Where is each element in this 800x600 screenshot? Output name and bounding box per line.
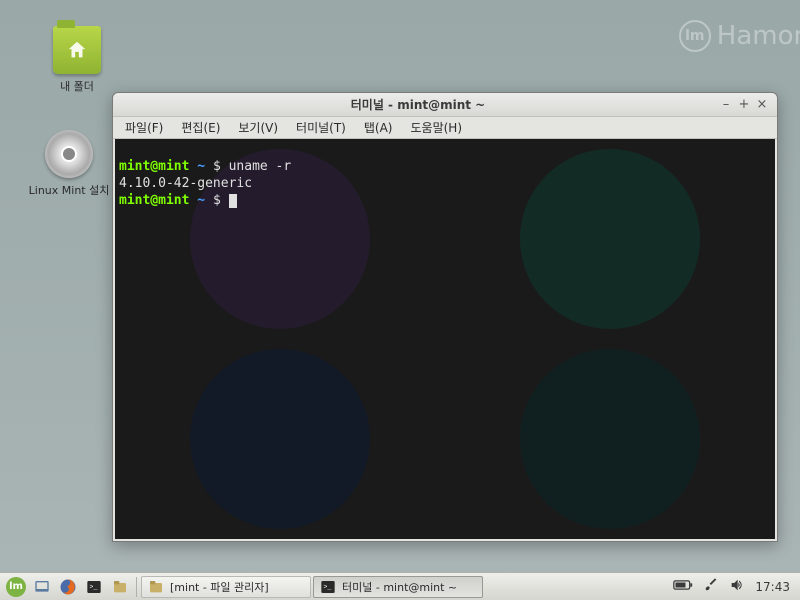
taskbar: lm >_ [mint - 파일 관리자] >_ 터미널 - mint@mint… [0,572,800,600]
folder-icon [148,579,164,595]
launcher-firefox[interactable] [56,575,80,599]
menu-tabs[interactable]: 탭(A) [356,117,401,138]
minimize-button[interactable]: – [717,96,735,114]
menu-file[interactable]: 파일(F) [117,117,171,138]
taskbar-item-label: [mint - 파일 관리자] [170,579,269,595]
taskbar-clock[interactable]: 17:43 [755,580,790,594]
volume-icon[interactable] [729,577,745,596]
svg-text:>_: >_ [89,582,97,590]
mint-logo-icon: lm [6,577,26,597]
terminal-body[interactable]: mint@mint ~ $ uname -r 4.10.0-42-generic… [115,139,775,539]
window-titlebar[interactable]: 터미널 - mint@mint ~ – + × [113,93,777,117]
maximize-button[interactable]: + [735,96,753,114]
menu-help[interactable]: 도움말(H) [403,117,471,138]
disc-icon [45,130,93,178]
folder-icon [53,26,101,74]
desktop-watermark: lm Hamon [679,20,800,52]
launcher-files[interactable] [108,575,132,599]
taskbar-divider [136,577,137,597]
desktop-icon-label: Linux Mint 설치 [24,182,114,198]
terminal-window: 터미널 - mint@mint ~ – + × 파일(F) 편집(E) 보기(V… [112,92,778,542]
launcher-terminal[interactable]: >_ [82,575,106,599]
taskbar-item-files[interactable]: [mint - 파일 관리자] [141,576,311,598]
terminal-cursor [229,194,237,208]
svg-text:>_: >_ [323,582,331,590]
desktop-icon-home-folder[interactable]: 내 폴더 [32,26,122,94]
menubar: 파일(F) 편집(E) 보기(V) 터미널(T) 탭(A) 도움말(H) [113,117,777,139]
system-tray: 17:43 [673,577,796,596]
taskbar-item-terminal[interactable]: >_ 터미널 - mint@mint ~ [313,576,483,598]
menu-view[interactable]: 보기(V) [230,117,286,138]
brush-icon[interactable] [703,577,719,596]
battery-icon[interactable] [673,579,693,594]
taskbar-item-label: 터미널 - mint@mint ~ [342,579,457,595]
window-title: 터미널 - mint@mint ~ [119,96,717,113]
terminal-content: mint@mint ~ $ uname -r 4.10.0-42-generic… [119,141,771,226]
mint-logo-icon: lm [679,20,711,52]
desktop-icon-install[interactable]: Linux Mint 설치 [24,130,114,198]
launcher-show-desktop[interactable] [30,575,54,599]
desktop-icon-label: 내 폴더 [32,78,122,94]
start-menu-button[interactable]: lm [4,575,28,599]
close-button[interactable]: × [753,96,771,114]
menu-terminal[interactable]: 터미널(T) [288,117,354,138]
terminal-icon: >_ [320,579,336,595]
watermark-text: Hamon [717,21,800,51]
menu-edit[interactable]: 편집(E) [173,117,228,138]
